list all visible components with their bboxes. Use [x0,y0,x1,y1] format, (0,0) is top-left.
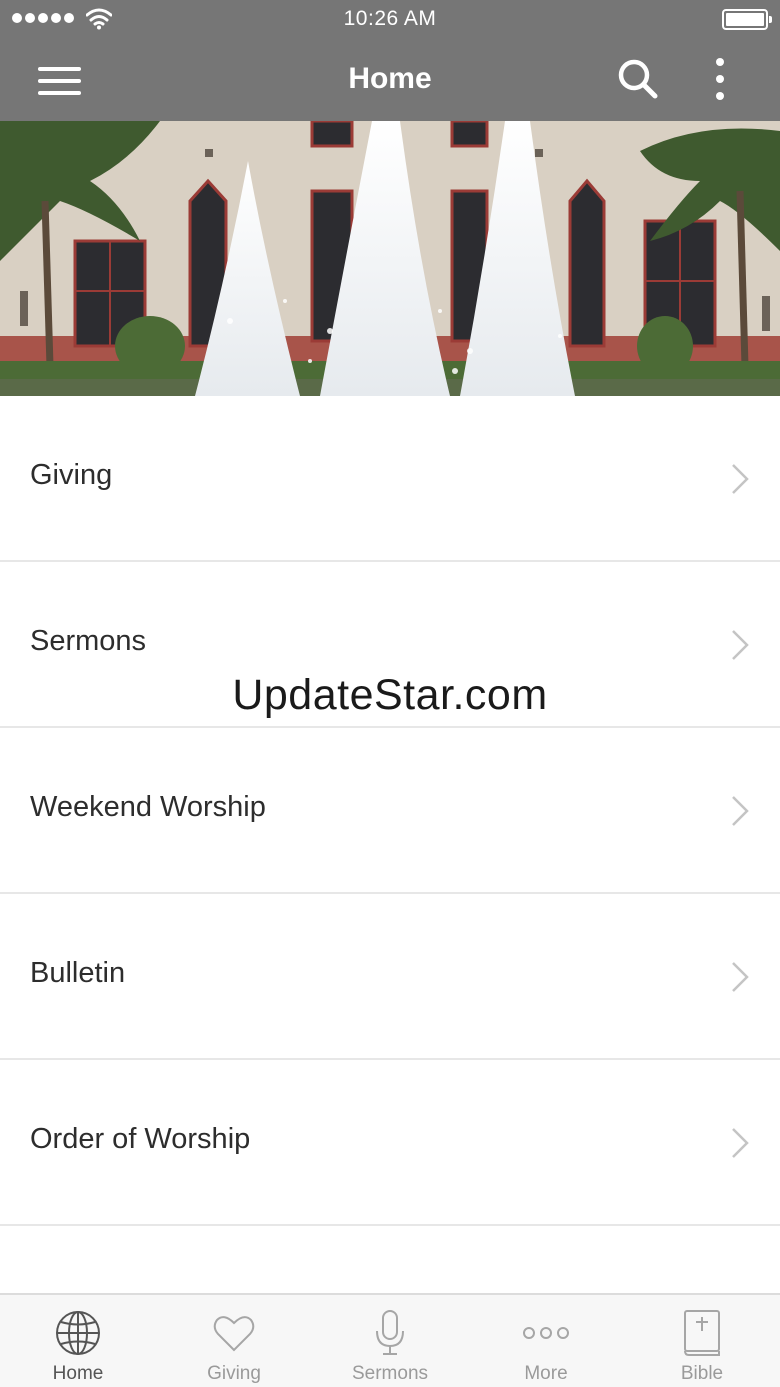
menu-item-bulletin[interactable]: Bulletin [0,894,780,1060]
tab-giving[interactable]: Giving [156,1295,312,1387]
chevron-right-icon [732,796,749,826]
status-time: 10:26 AM [343,7,437,30]
chevron-right-icon [732,1128,749,1158]
menu-item-order-of-worship[interactable]: Order of Worship [0,1060,780,1226]
menu-item-label: Sermons [30,625,147,657]
menu-item-label: Order of Worship [30,1123,251,1155]
tab-label: Home [52,1363,104,1384]
globe-icon [56,1311,100,1355]
tab-sermons[interactable]: Sermons [312,1295,468,1387]
chevron-right-icon [732,962,749,992]
tab-more[interactable]: More [468,1295,624,1387]
chevron-right-icon [732,630,749,660]
menu-item-label: Bulletin [30,957,126,989]
tab-home[interactable]: Home [0,1295,156,1387]
heart-icon [213,1316,255,1352]
microphone-icon [376,1310,404,1355]
nav-bar: Home [0,40,780,121]
hero-image [0,121,780,396]
status-bar: 10:26 AM [0,0,780,40]
menu-item-label: Giving [30,459,113,491]
tab-label: Bible [680,1363,724,1384]
bible-icon [684,1310,720,1356]
tab-label: Sermons [351,1363,429,1384]
menu-item-label: Weekend Worship [30,791,266,823]
tab-label: More [524,1363,568,1384]
menu-item-weekend-worship[interactable]: Weekend Worship [0,728,780,894]
menu-list: Giving Sermons Weekend Worship Bulletin … [0,396,780,1387]
battery-icon [722,9,772,30]
tab-label: Giving [207,1363,261,1384]
search-icon[interactable] [617,58,659,100]
page-title: Home [348,62,432,95]
chevron-right-icon [732,464,749,494]
tab-bar: Home Giving Sermons More Bible [0,1293,780,1387]
ellipsis-icon [523,1327,569,1339]
overflow-menu-icon[interactable] [704,56,736,102]
menu-item-giving[interactable]: Giving [0,396,780,562]
tab-bible[interactable]: Bible [624,1295,780,1387]
watermark-text: UpdateStar.com [232,671,548,719]
